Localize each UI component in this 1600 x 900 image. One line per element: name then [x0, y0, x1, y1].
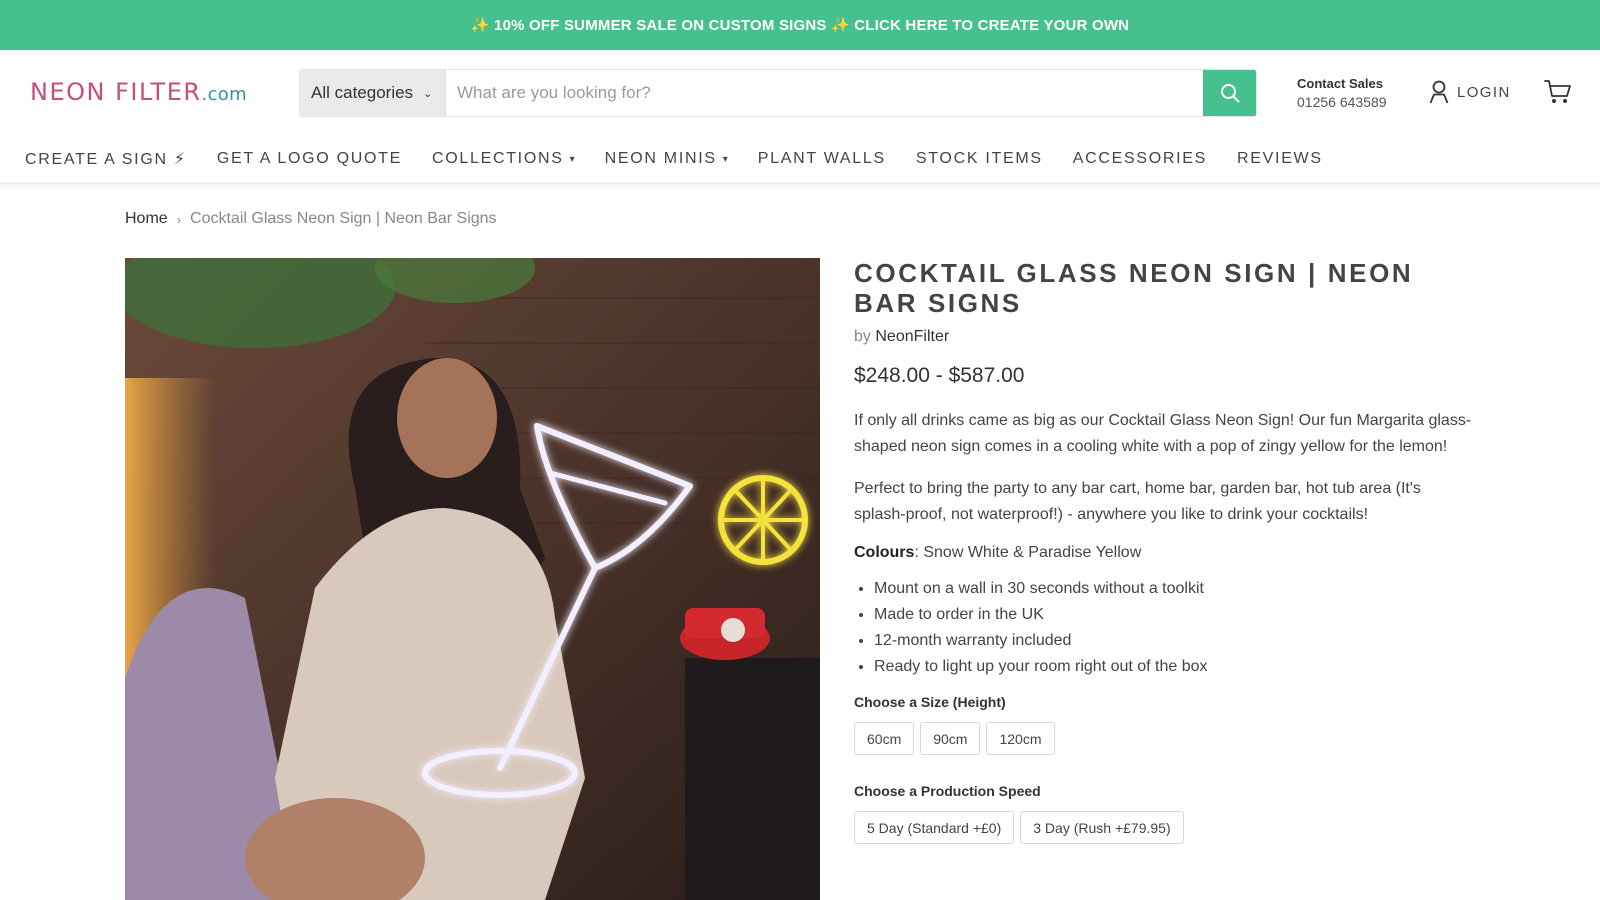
nav-item-plant-walls[interactable]: PLANT WALLS [758, 150, 886, 168]
list-item: Mount on a wall in 30 seconds without a … [874, 576, 1474, 602]
category-select[interactable]: All categories ⌄ [300, 70, 446, 116]
vendor-link[interactable]: NeonFilter [875, 328, 949, 345]
nav-item-label: COLLECTIONS [431, 150, 564, 167]
speed-options: 5 Day (Standard +£0) 3 Day (Rush +£79.95… [854, 811, 1474, 844]
cart-button[interactable] [1544, 79, 1572, 110]
site-logo[interactable]: NEON FILTER.com [30, 78, 247, 106]
feature-list: Mount on a wall in 30 seconds without a … [854, 576, 1474, 680]
product-photo-illustration [125, 258, 820, 900]
colours-label: Colours [854, 544, 915, 561]
size-option-label: Choose a Size (Height) [854, 694, 1006, 710]
nav-item-label: ACCESSORIES [1072, 150, 1208, 167]
breadcrumb: Home › Cocktail Glass Neon Sign | Neon B… [125, 210, 497, 228]
speed-option-standard[interactable]: 5 Day (Standard +£0) [854, 811, 1015, 844]
nav-item-logo-quote[interactable]: GET A LOGO QUOTE [217, 150, 402, 168]
list-item: Ready to light up your room right out of… [874, 654, 1474, 680]
nav-item-label: NEON MINIS [604, 150, 717, 167]
speed-option-rush[interactable]: 3 Day (Rush +£79.95) [1020, 811, 1184, 844]
announcement-bar[interactable]: ✨ 10% OFF SUMMER SALE ON CUSTOM SIGNS ✨ … [0, 0, 1600, 50]
size-option-60cm[interactable]: 60cm [854, 722, 915, 755]
nav-item-create-a-sign[interactable]: CREATE A SIGN ⚡ [25, 149, 187, 169]
nav-item-neon-minis[interactable]: NEON MINIS ▾ [605, 150, 728, 168]
chevron-down-icon: ▾ [569, 153, 575, 165]
contact-phone: 01256 643589 [1297, 94, 1387, 110]
list-item: Made to order in the UK [874, 602, 1474, 628]
search-button[interactable] [1203, 70, 1256, 116]
nav-item-label: GET A LOGO QUOTE [216, 150, 402, 167]
breadcrumb-current: Cocktail Glass Neon Sign | Neon Bar Sign… [190, 210, 497, 227]
speed-option-label: Choose a Production Speed [854, 783, 1041, 799]
nav-item-reviews[interactable]: REVIEWS [1237, 150, 1323, 168]
login-link[interactable]: LOGIN [1429, 80, 1511, 104]
nav-item-collections[interactable]: COLLECTIONS ▾ [432, 150, 575, 168]
breadcrumb-home[interactable]: Home [125, 210, 168, 228]
vendor-prefix: by [854, 328, 871, 345]
product-price: $248.00 - $587.00 [854, 364, 1025, 387]
product-colours: Colours: Snow White & Paradise Yellow [854, 544, 1474, 562]
product-description-secondary: Perfect to bring the party to any bar ca… [854, 480, 1421, 523]
contact-sales[interactable]: Contact Sales 01256 643589 [1297, 75, 1387, 111]
site-header: NEON FILTER.com All categories ⌄ Contact… [0, 50, 1600, 135]
nav-item-label: CREATE A SIGN ⚡ [25, 151, 187, 168]
login-label: LOGIN [1457, 83, 1511, 101]
category-select-value: All categories [311, 83, 414, 102]
logo-tld-text: .com [201, 84, 247, 105]
product-image[interactable] [125, 258, 820, 900]
chevron-right-icon: › [176, 211, 182, 227]
nav-item-label: PLANT WALLS [757, 150, 886, 167]
nav-item-label: STOCK ITEMS [915, 150, 1043, 167]
nav-item-label: REVIEWS [1237, 150, 1323, 167]
cart-icon [1544, 80, 1571, 103]
list-item: 12-month warranty included [874, 628, 1474, 654]
size-options: 60cm 90cm 120cm [854, 722, 1474, 755]
size-option-90cm[interactable]: 90cm [920, 722, 981, 755]
colours-value: : Snow White & Paradise Yellow [914, 544, 1142, 561]
chevron-down-icon: ⌄ [423, 87, 433, 100]
search-input[interactable] [446, 70, 1203, 116]
product-title: COCKTAIL GLASS NEON SIGN | NEON BAR SIGN… [854, 258, 1414, 318]
search-bar: All categories ⌄ [299, 69, 1257, 117]
logo-main-text: NEON FILTER [30, 78, 202, 106]
nav-item-stock-items[interactable]: STOCK ITEMS [916, 150, 1043, 168]
product-info: COCKTAIL GLASS NEON SIGN | NEON BAR SIGN… [854, 258, 1474, 844]
nav-item-accessories[interactable]: ACCESSORIES [1073, 150, 1207, 168]
main-nav: CREATE A SIGN ⚡ GET A LOGO QUOTE COLLECT… [0, 135, 1600, 184]
user-icon [1429, 80, 1449, 104]
announcement-text: ✨ 10% OFF SUMMER SALE ON CUSTOM SIGNS ✨ … [470, 17, 1130, 34]
search-icon [1220, 84, 1239, 103]
contact-title: Contact Sales [1297, 76, 1383, 91]
size-option-120cm[interactable]: 120cm [986, 722, 1055, 755]
product-vendor-line: by NeonFilter [854, 328, 1474, 346]
product-description: If only all drinks came as big as our Co… [854, 412, 1472, 455]
chevron-down-icon: ▾ [722, 153, 728, 165]
